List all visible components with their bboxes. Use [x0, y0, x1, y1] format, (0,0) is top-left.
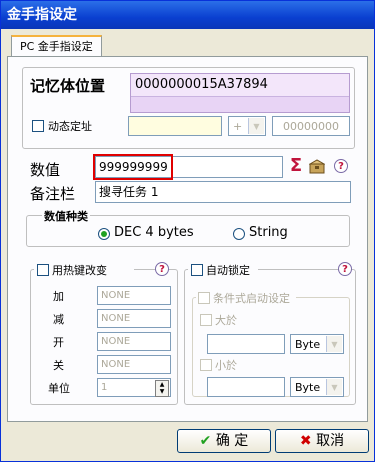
hotkey-add-input[interactable]: NONE: [97, 286, 171, 305]
conditional-label: 条件式启动设定: [213, 292, 290, 305]
help-icon[interactable]: ?: [334, 159, 348, 173]
autolock-help-icon[interactable]: ?: [338, 262, 352, 276]
hotkey-sub-input[interactable]: NONE: [97, 309, 171, 328]
dynamic-base-input[interactable]: [128, 116, 222, 136]
value-label: 数值: [30, 161, 61, 179]
radio-dec-4-bytes[interactable]: [98, 228, 110, 240]
hotkey-unit-label: 单位: [48, 382, 70, 395]
less-type-select[interactable]: Byte ▼: [290, 377, 344, 397]
less-than-checkbox[interactable]: [200, 359, 212, 371]
less-type-value: Byte: [295, 381, 321, 394]
offset-sign-value: +: [233, 120, 243, 133]
sigma-icon[interactable]: Σ: [287, 156, 305, 176]
hotkey-sub-placeholder: NONE: [101, 313, 131, 324]
less-than-label: 小於: [215, 359, 237, 372]
hotkey-label: 用热键改变: [52, 264, 107, 277]
greater-type-select[interactable]: Byte ▼: [290, 334, 344, 354]
check-icon: ✔: [199, 433, 212, 449]
hotkey-unit-stepper[interactable]: 1 ▲ ▼: [97, 378, 171, 397]
ok-button[interactable]: ✔ 确 定: [177, 429, 271, 453]
tab-panel: 记忆体位置 0000000015A37894 动态定址 + ▼ 00000000…: [7, 56, 368, 422]
hotkey-on-input[interactable]: NONE: [97, 332, 171, 351]
conditional-checkbox[interactable]: [198, 292, 210, 304]
hotkey-off-placeholder: NONE: [101, 359, 131, 370]
hotkey-checkbox[interactable]: [37, 264, 49, 276]
less-than-input[interactable]: [207, 377, 285, 397]
hotkey-add-placeholder: NONE: [101, 290, 131, 301]
ok-button-label: 确 定: [215, 433, 249, 449]
box-icon[interactable]: [308, 159, 326, 174]
note-input-text: 搜寻任务 1: [99, 185, 159, 199]
greater-type-value: Byte: [295, 338, 321, 351]
value-highlight-box: [93, 154, 173, 180]
autolock-checkbox[interactable]: [191, 264, 203, 276]
note-input[interactable]: 搜寻任务 1: [95, 181, 351, 203]
cancel-button-label: 取消: [316, 433, 345, 449]
value-type-legend: 数值种类: [42, 208, 90, 224]
memory-address-label: 记忆体位置: [30, 77, 106, 95]
hotkey-off-input[interactable]: NONE: [97, 355, 171, 374]
radio-dec-4-bytes-label: DEC 4 bytes: [114, 225, 194, 240]
greater-than-input[interactable]: [207, 334, 285, 354]
cheat-settings-window: 金手指设定 PC 金手指设定 记忆体位置 0000000015A37894 动态…: [0, 0, 375, 462]
cancel-button[interactable]: ✖ 取消: [275, 429, 369, 453]
hotkey-add-label: 加: [53, 290, 64, 303]
hotkey-on-label: 开: [53, 336, 64, 349]
close-icon: ✖: [299, 433, 312, 449]
hotkey-off-label: 关: [53, 359, 64, 372]
hotkey-on-placeholder: NONE: [101, 336, 131, 347]
chevron-down-icon: ▼: [326, 336, 342, 352]
radio-string[interactable]: [233, 228, 245, 240]
hotkey-help-icon[interactable]: ?: [155, 262, 169, 276]
dynamic-address-label: 动态定址: [48, 120, 92, 133]
tab-pc-cheat[interactable]: PC 金手指设定: [11, 35, 102, 57]
chevron-down-icon: ▼: [326, 379, 342, 395]
note-label: 备注栏: [30, 185, 76, 203]
hotkey-unit-value: 1: [101, 382, 108, 393]
radio-string-label: String: [249, 225, 288, 240]
autolock-label: 自动锁定: [206, 264, 250, 277]
chevron-down-icon: ▼: [248, 118, 264, 134]
dynamic-address-checkbox[interactable]: [32, 120, 44, 132]
offset-value-input[interactable]: 00000000: [272, 116, 350, 136]
memory-address-value: 0000000015A37894: [131, 74, 349, 97]
greater-than-label: 大於: [215, 314, 237, 327]
window-title: 金手指设定: [1, 1, 374, 29]
offset-sign-select[interactable]: + ▼: [228, 116, 266, 136]
memory-address-field[interactable]: 0000000015A37894: [130, 73, 350, 113]
hotkey-sub-label: 减: [53, 313, 64, 326]
greater-than-checkbox[interactable]: [200, 314, 212, 326]
stepper-arrows-icon[interactable]: ▲ ▼: [155, 380, 169, 397]
